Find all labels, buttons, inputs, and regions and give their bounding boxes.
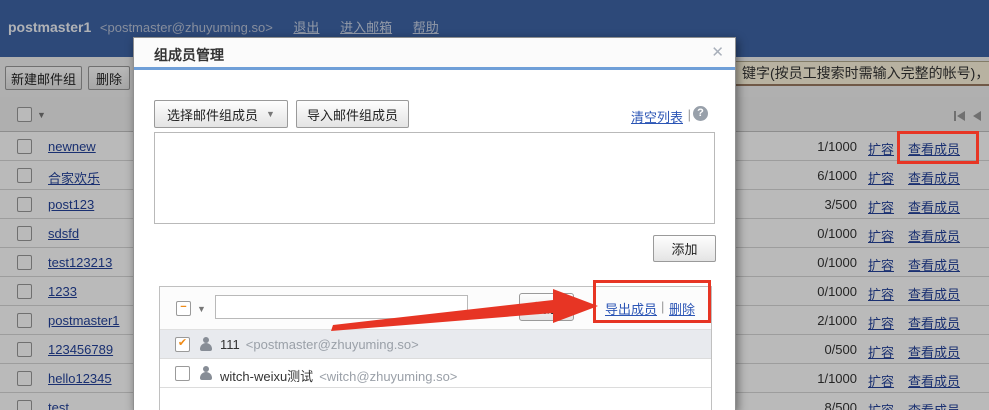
check-icon: ✔ xyxy=(176,336,189,350)
search-button[interactable]: 搜索 xyxy=(519,293,574,321)
select-all-members-checkbox[interactable]: − xyxy=(176,301,191,316)
export-members-link[interactable]: 导出成员 xyxy=(605,299,657,318)
member-email: <witch@zhuyuming.so> xyxy=(319,369,457,384)
chevron-down-icon: ▼ xyxy=(266,109,275,119)
member-checkbox[interactable] xyxy=(175,366,190,381)
indeterminate-minus-icon: − xyxy=(177,300,190,314)
divider: | xyxy=(688,107,691,122)
admin-console-screen: postmaster1 <postmaster@zhuyuming.so> 退出… xyxy=(0,0,989,410)
member-search-row: − ▼ 搜索 导出成员 | 删除 xyxy=(160,287,711,330)
member-row: witch-weixu测试 <witch@zhuyuming.so> xyxy=(160,359,711,388)
select-group-members-button[interactable]: 选择邮件组成员▼ xyxy=(154,100,288,128)
clear-list-link[interactable]: 清空列表 xyxy=(631,107,683,126)
person-icon xyxy=(199,337,213,351)
header-divider xyxy=(134,67,735,70)
dialog-header: 组成员管理 ✕ xyxy=(134,38,735,67)
member-search-input[interactable] xyxy=(215,295,468,319)
member-email: <postmaster@zhuyuming.so> xyxy=(246,337,419,352)
member-name: witch-weixu测试 xyxy=(220,369,313,384)
import-group-members-button[interactable]: 导入邮件组成员 xyxy=(296,100,409,128)
member-list-panel: − ▼ 搜索 导出成员 | 删除 ✔ 111 <postmaster@zhuyum… xyxy=(159,286,712,410)
dialog-title: 组成员管理 xyxy=(154,45,224,65)
member-entry-textarea[interactable] xyxy=(154,132,715,224)
close-icon[interactable]: ✕ xyxy=(711,43,724,61)
help-icon[interactable]: ? xyxy=(693,106,708,121)
member-row: ✔ 111 <postmaster@zhuyuming.so> xyxy=(160,330,711,359)
add-button[interactable]: 添加 xyxy=(653,235,716,262)
member-checkbox-checked[interactable]: ✔ xyxy=(175,337,190,352)
person-icon xyxy=(199,366,213,380)
select-dropdown-icon[interactable]: ▼ xyxy=(197,304,206,314)
divider: | xyxy=(661,299,664,314)
group-member-manager-dialog: 组成员管理 ✕ 选择邮件组成员▼ 导入邮件组成员 清空列表 | ? 添加 − ▼… xyxy=(133,37,736,410)
member-name: 111 xyxy=(220,337,240,352)
delete-members-link[interactable]: 删除 xyxy=(669,299,695,318)
